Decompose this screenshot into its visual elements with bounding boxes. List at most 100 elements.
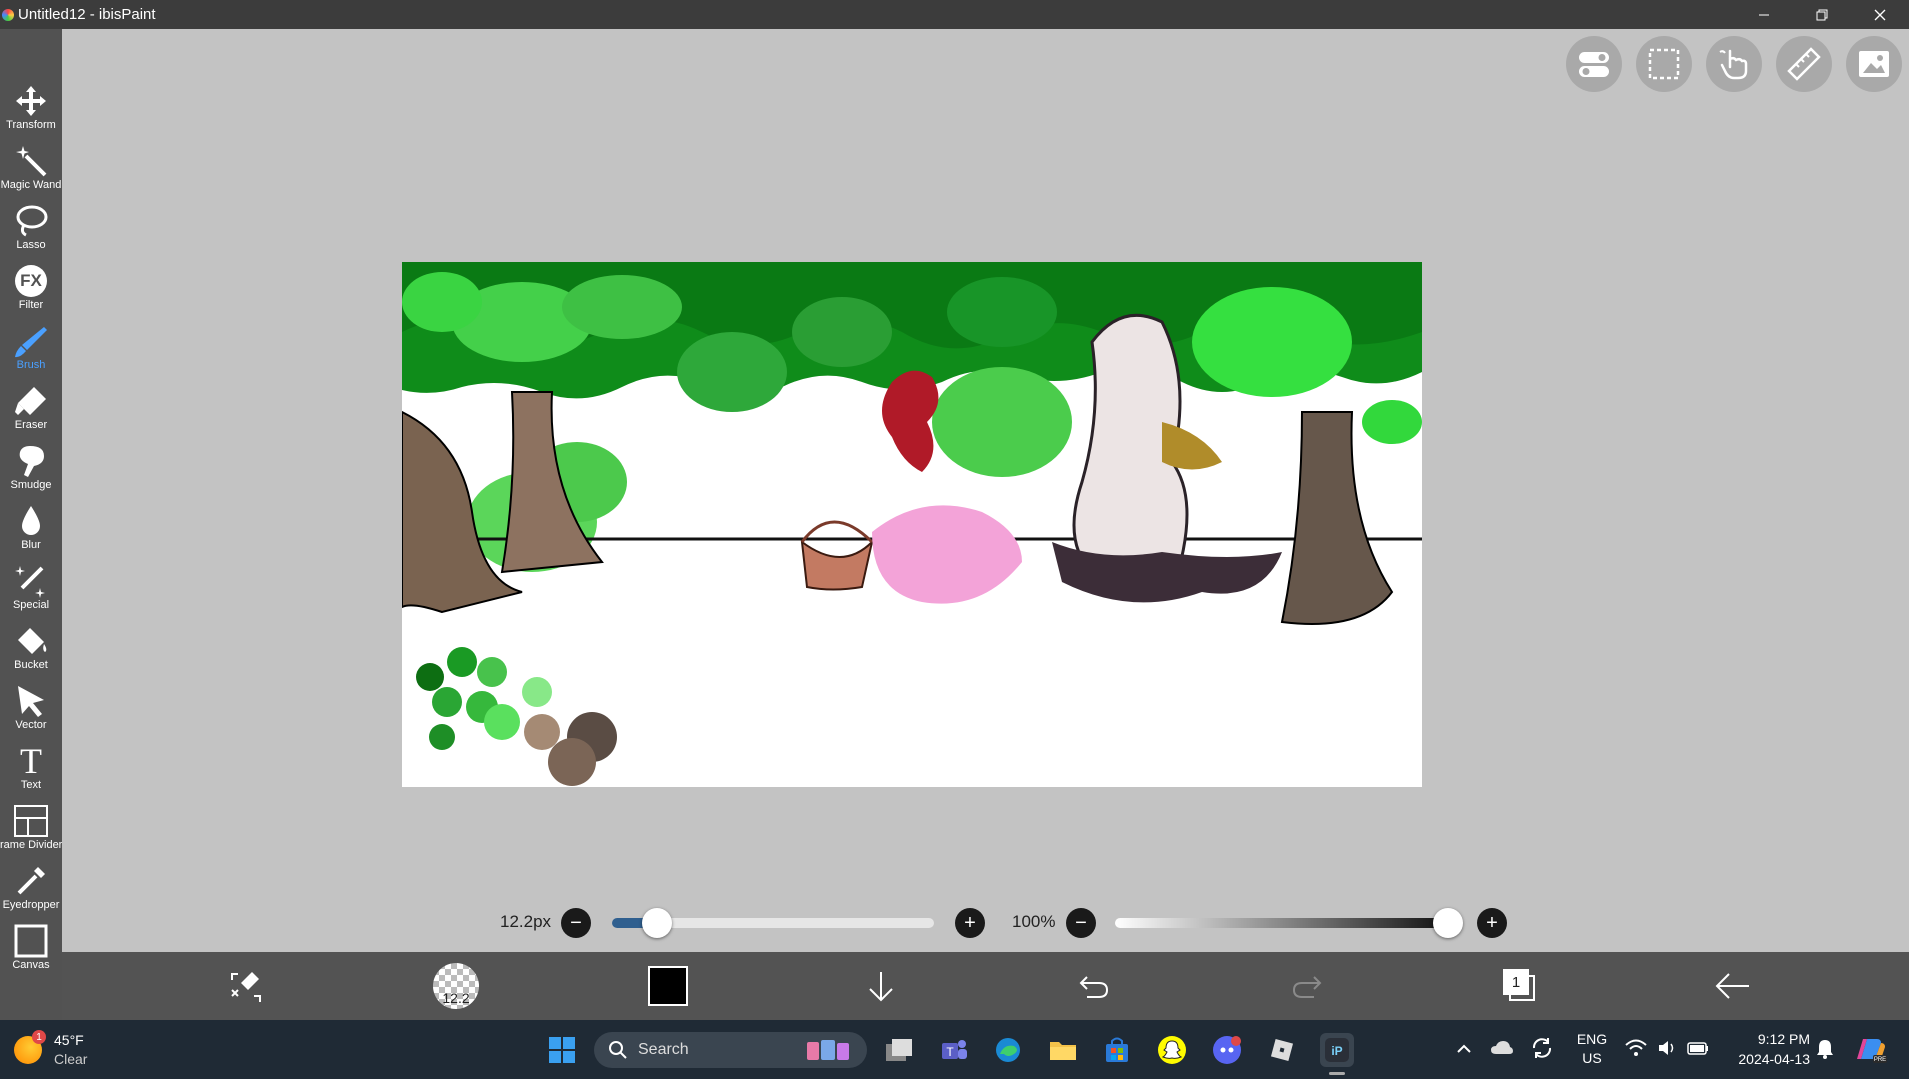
brush-size-label: 12.2px [500, 912, 552, 931]
redo-button[interactable] [1279, 952, 1335, 1020]
volume-icon [1659, 1041, 1674, 1055]
system-status-group[interactable] [1625, 1038, 1709, 1058]
snapchat-icon [1158, 1036, 1186, 1064]
tool-filter[interactable]: FX Filter [0, 257, 62, 315]
layers-button[interactable]: 1 [1492, 952, 1548, 1020]
tool-sidebar: Transform Magic Wand Lasso FX Filter Bru… [0, 29, 62, 1020]
color-button[interactable] [640, 952, 696, 1020]
copilot-button[interactable]: PRE [1855, 1033, 1887, 1070]
plus-icon: + [964, 912, 976, 934]
close-icon [1874, 9, 1886, 20]
tool-text[interactable]: T Text [0, 737, 62, 795]
svg-text:T: T [946, 1045, 954, 1059]
file-explorer-button[interactable] [1046, 1033, 1080, 1067]
tool-transform[interactable]: Transform [0, 77, 62, 135]
opacity-slider-track[interactable] [1115, 918, 1448, 928]
roblox-icon [1270, 1038, 1294, 1062]
brush-size-decrease-button[interactable]: − [561, 908, 591, 938]
tool-selection-button[interactable] [218, 952, 274, 1020]
ibispaint-taskbar-button[interactable]: iP [1320, 1033, 1354, 1075]
hand-tool-button[interactable] [1706, 36, 1762, 92]
weather-desc: Clear [54, 1051, 88, 1067]
tool-label: Special [12, 599, 50, 611]
tool-special[interactable]: Special [0, 557, 62, 615]
search-highlight-icon [803, 1038, 853, 1062]
toggle-settings-button[interactable] [1566, 36, 1622, 92]
drawing-canvas[interactable] [402, 262, 1422, 787]
tool-magic-wand[interactable]: Magic Wand [0, 137, 62, 195]
tool-swap-icon [231, 972, 261, 1002]
close-button[interactable] [1851, 0, 1909, 29]
wifi-icon [1625, 1039, 1647, 1056]
ibispaint-icon: iP [1325, 1038, 1349, 1062]
brush-size-increase-button[interactable]: + [955, 908, 985, 938]
store-bag-icon [1106, 1037, 1128, 1062]
svg-text:iP: iP [1331, 1044, 1342, 1058]
tool-label: Canvas [12, 959, 50, 971]
tool-label: Eraser [14, 419, 48, 431]
tool-eraser[interactable]: Eraser [0, 377, 62, 435]
image-icon [1859, 51, 1889, 77]
tool-blur[interactable]: Blur [0, 497, 62, 555]
lasso-icon [11, 201, 51, 241]
tool-label: Vector [15, 719, 47, 731]
tool-label: rame Divider [0, 839, 62, 851]
ms-store-button[interactable] [1100, 1033, 1134, 1067]
back-button[interactable] [1705, 952, 1761, 1020]
tool-smudge[interactable]: Smudge [0, 437, 62, 495]
selection-button[interactable] [1636, 36, 1692, 92]
artwork-image [402, 262, 1422, 786]
folder-icon [1050, 1042, 1076, 1060]
redo-icon [1292, 976, 1322, 998]
tool-label: Blur [21, 539, 41, 551]
opacity-slider-thumb[interactable] [1433, 908, 1463, 938]
restore-button[interactable] [1793, 0, 1851, 29]
tool-vector[interactable]: Vector [0, 677, 62, 735]
snapchat-button[interactable] [1155, 1033, 1189, 1067]
cursor-arrow-icon [11, 681, 51, 721]
show-hidden-icons-button[interactable] [1453, 1038, 1475, 1060]
minimize-button[interactable] [1735, 0, 1793, 29]
opacity-increase-button[interactable]: + [1477, 908, 1507, 938]
ibispaint-app-icon [2, 8, 14, 21]
paint-bucket-icon [11, 621, 51, 661]
sync-icon[interactable] [1530, 1036, 1554, 1065]
onedrive-icon[interactable] [1490, 1038, 1514, 1061]
language-indicator[interactable]: ENG US [1572, 1030, 1612, 1068]
chevron-up-icon [1457, 1044, 1471, 1053]
clock-time: 9:12 PM [1757, 1031, 1810, 1047]
tool-label: Eyedropper [2, 899, 60, 911]
merge-down-button[interactable] [853, 952, 909, 1020]
start-button[interactable] [545, 1033, 579, 1067]
undo-button[interactable] [1066, 952, 1122, 1020]
title-bar: Untitled12 - ibisPaint [0, 0, 1909, 29]
tool-label: Magic Wand [0, 179, 62, 191]
taskbar-search-box[interactable]: Search [594, 1032, 867, 1068]
opacity-decrease-button[interactable]: − [1066, 908, 1096, 938]
clock[interactable]: 9:12 PM 2024-04-13 [1720, 1029, 1810, 1069]
reference-image-button[interactable] [1846, 36, 1902, 92]
notifications-button[interactable] [1815, 1038, 1835, 1065]
arrow-down-icon [869, 972, 893, 1002]
ruler-icon [1787, 47, 1821, 81]
teams-button[interactable]: T [937, 1033, 971, 1067]
tool-frame-divider[interactable]: rame Divider [0, 797, 62, 855]
brush-size-slider-thumb[interactable] [642, 908, 673, 938]
brush-preview-icon: 12.2 [433, 963, 479, 1009]
task-view-button[interactable] [882, 1033, 916, 1067]
brush-opacity-label: 100% [1012, 912, 1056, 931]
tool-brush[interactable]: Brush [0, 317, 62, 375]
copilot-icon: PRE [1857, 1039, 1887, 1063]
weather-widget[interactable]: 1 45°F Clear [12, 1028, 112, 1072]
brush-preset-button[interactable]: 12.2 [428, 952, 484, 1020]
clock-date: 2024-04-13 [1738, 1051, 1810, 1067]
roblox-button[interactable] [1265, 1033, 1299, 1067]
tool-lasso[interactable]: Lasso [0, 197, 62, 255]
ruler-button[interactable] [1776, 36, 1832, 92]
tool-canvas[interactable]: Canvas [0, 917, 62, 975]
tool-eyedropper[interactable]: Eyedropper [0, 857, 62, 915]
tool-bucket[interactable]: Bucket [0, 617, 62, 675]
discord-button[interactable] [1210, 1033, 1244, 1067]
search-icon [609, 1041, 627, 1059]
edge-button[interactable] [991, 1033, 1025, 1067]
